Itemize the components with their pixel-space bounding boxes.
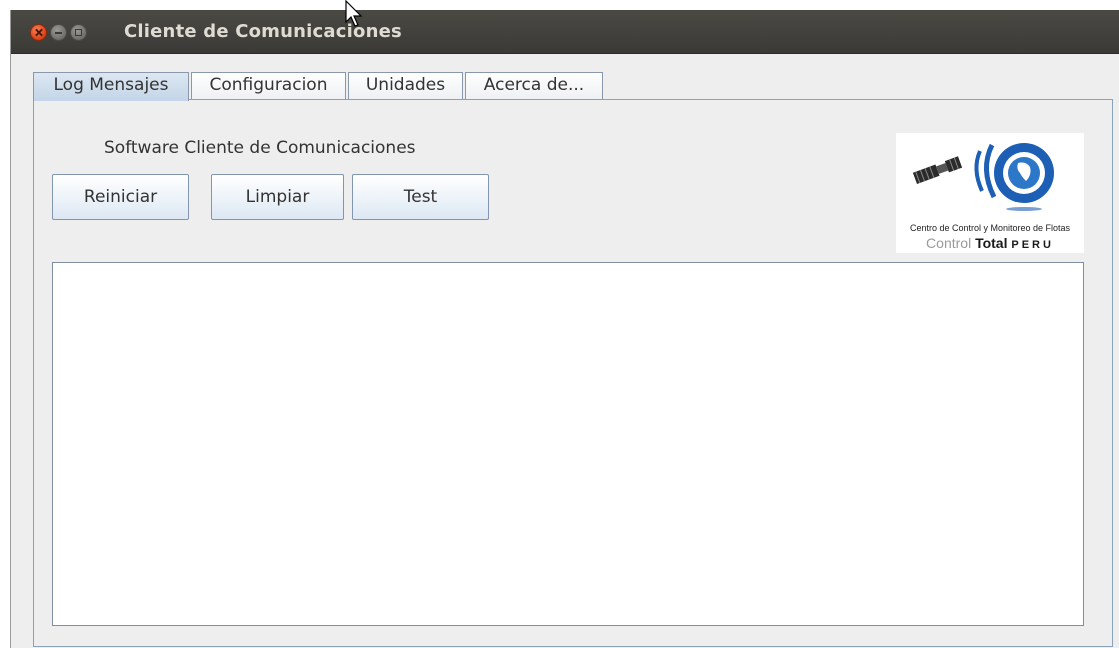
tab-log-mensajes[interactable]: Log Mensajes <box>33 72 189 101</box>
tab-configuracion[interactable]: Configuracion <box>191 72 346 99</box>
app-window: Cliente de Comunicaciones Log Mensajes C… <box>10 10 1119 648</box>
logo-brand: Control Total PERU <box>896 235 1084 251</box>
tab-unidades[interactable]: Unidades <box>348 72 463 99</box>
tab-acerca-de[interactable]: Acerca de... <box>465 72 603 99</box>
panel-subtitle: Software Cliente de Comunicaciones <box>104 138 416 158</box>
maximize-icon[interactable] <box>70 24 87 41</box>
log-messages-area[interactable] <box>52 262 1084 626</box>
company-logo: Centro de Control y Monitoreo de Flotas … <box>896 133 1084 253</box>
test-button[interactable]: Test <box>352 174 489 220</box>
close-icon[interactable] <box>30 24 47 41</box>
satellite-logo-icon <box>912 143 1054 211</box>
desktop: Cliente de Comunicaciones Log Mensajes C… <box>0 0 1119 648</box>
minimize-icon[interactable] <box>50 24 67 41</box>
brand-total: Total <box>975 235 1008 251</box>
title-bar[interactable]: Cliente de Comunicaciones <box>11 10 1119 54</box>
log-mensajes-panel: Software Cliente de Comunicaciones Reini… <box>33 99 1113 647</box>
mouse-cursor-icon <box>345 0 363 27</box>
logo-caption: Centro de Control y Monitoreo de Flotas <box>909 223 1071 233</box>
brand-peru: PERU <box>1011 239 1054 251</box>
limpiar-button[interactable]: Limpiar <box>211 174 344 220</box>
brand-control: Control <box>926 235 972 251</box>
reiniciar-button[interactable]: Reiniciar <box>52 174 189 220</box>
